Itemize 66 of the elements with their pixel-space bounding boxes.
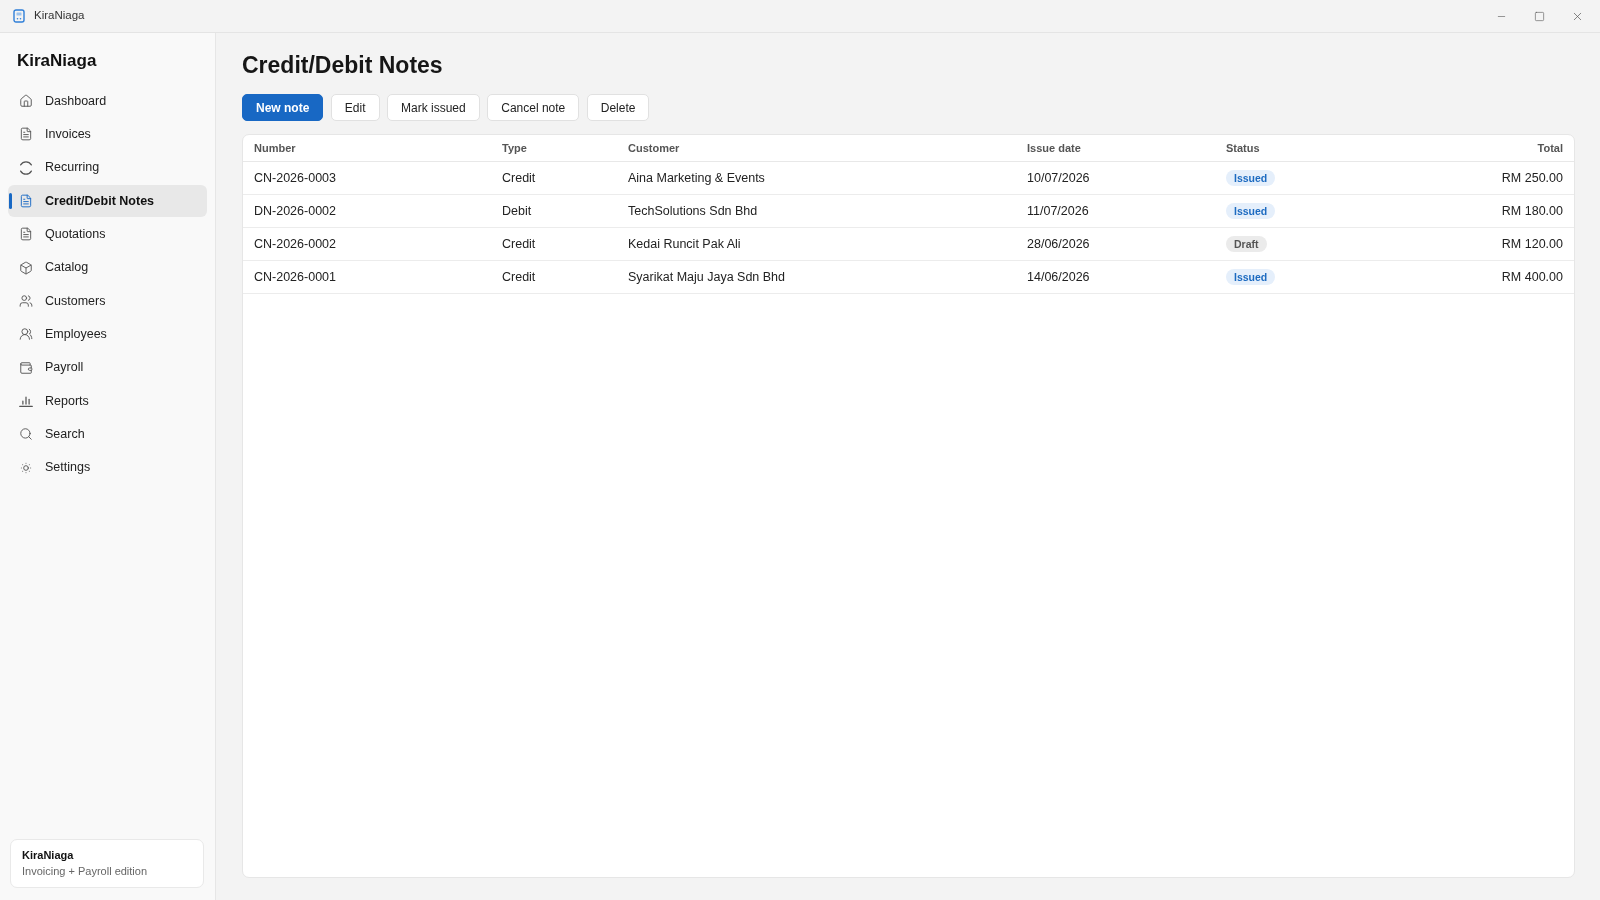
column-header: Customer: [627, 140, 681, 156]
table-cell-text: RM 120.00: [1500, 235, 1564, 253]
box-icon: [19, 260, 33, 275]
people-icon: [19, 293, 33, 308]
table-cell-text: Syarikat Maju Jaya Sdn Bhd: [627, 268, 787, 286]
table-cell-text: RM 180.00: [1500, 202, 1564, 220]
action-button[interactable]: Edit: [330, 94, 380, 121]
status-badge: Issued: [1226, 269, 1276, 285]
table-cell-text: Credit: [501, 268, 537, 286]
table-cell-text: Debit: [501, 202, 533, 220]
table-cell-text: 14/06/2026: [1026, 268, 1091, 286]
document-icon: [19, 227, 33, 242]
table-cell-text: 28/06/2026: [1026, 235, 1091, 253]
table-cell-text: CN-2026-0003: [253, 169, 337, 187]
sidebar-item[interactable]: Catalog: [8, 251, 207, 284]
sidebar-item[interactable]: Credit/Debit Notes: [8, 185, 207, 217]
sidebar-item[interactable]: Reports: [8, 384, 207, 417]
action-button[interactable]: New note: [242, 94, 324, 121]
document-icon: [19, 194, 33, 208]
table-cell-text: 11/07/2026: [1026, 202, 1090, 220]
edition-title: KiraNiaga: [22, 848, 75, 863]
table-cell-text: Kedai Runcit Pak Ali: [627, 235, 742, 253]
people-icon: [19, 327, 33, 342]
cycle-icon: [19, 160, 33, 175]
column-header: Type: [501, 140, 528, 156]
table-cell-text: CN-2026-0002: [253, 235, 337, 253]
app-icon: [13, 9, 25, 23]
active-bar-icon: [9, 193, 12, 209]
sidebar-item[interactable]: Search: [8, 418, 207, 451]
action-button[interactable]: Delete: [586, 94, 650, 121]
table-cell-text: 10/07/2026: [1026, 169, 1091, 187]
sidebar-item[interactable]: Customers: [8, 284, 207, 317]
sidebar-item[interactable]: Payroll: [8, 351, 207, 384]
table-cell-text: Aina Marketing & Events: [627, 169, 766, 187]
sidebar-item[interactable]: Quotations: [8, 218, 207, 251]
table-cell-text: Credit: [501, 169, 537, 187]
edition-subtitle: Invoicing + Payroll edition: [22, 864, 149, 879]
table-cell-text: RM 250.00: [1500, 169, 1564, 187]
sidebar-item[interactable]: Recurring: [8, 151, 207, 184]
table-cell-text: TechSolutions Sdn Bhd: [627, 202, 759, 220]
wallet-icon: [19, 360, 33, 375]
table-cell-text: DN-2026-0002: [253, 202, 337, 220]
column-header: Total: [1536, 140, 1564, 156]
maximize-icon: [1533, 10, 1545, 22]
sidebar-item[interactable]: Invoices: [8, 118, 207, 151]
house-icon: [19, 94, 33, 108]
sun-icon: [19, 460, 33, 475]
table-cell-text: RM 400.00: [1500, 268, 1564, 286]
search-icon: [19, 427, 33, 442]
column-header: Issue date: [1026, 140, 1082, 156]
page-title: Credit/Debit Notes: [242, 51, 444, 79]
status-badge: Issued: [1226, 203, 1276, 219]
table-cell-text: CN-2026-0001: [253, 268, 337, 286]
sidebar-item[interactable]: Settings: [8, 451, 207, 484]
table-cell-text: Credit: [501, 235, 537, 253]
status-badge: Draft: [1226, 236, 1267, 252]
sidebar-item[interactable]: Employees: [8, 318, 207, 351]
action-button[interactable]: Mark issued: [387, 94, 480, 121]
action-button[interactable]: Cancel note: [487, 94, 580, 121]
document-icon: [19, 127, 33, 142]
column-header: Status: [1225, 140, 1261, 156]
sidebar-item[interactable]: Dashboard: [8, 85, 207, 117]
sidebar-title: KiraNiaga: [16, 50, 98, 72]
status-badge: Issued: [1226, 170, 1276, 186]
window-title: KiraNiaga: [34, 8, 85, 24]
column-header: Number: [253, 140, 297, 156]
